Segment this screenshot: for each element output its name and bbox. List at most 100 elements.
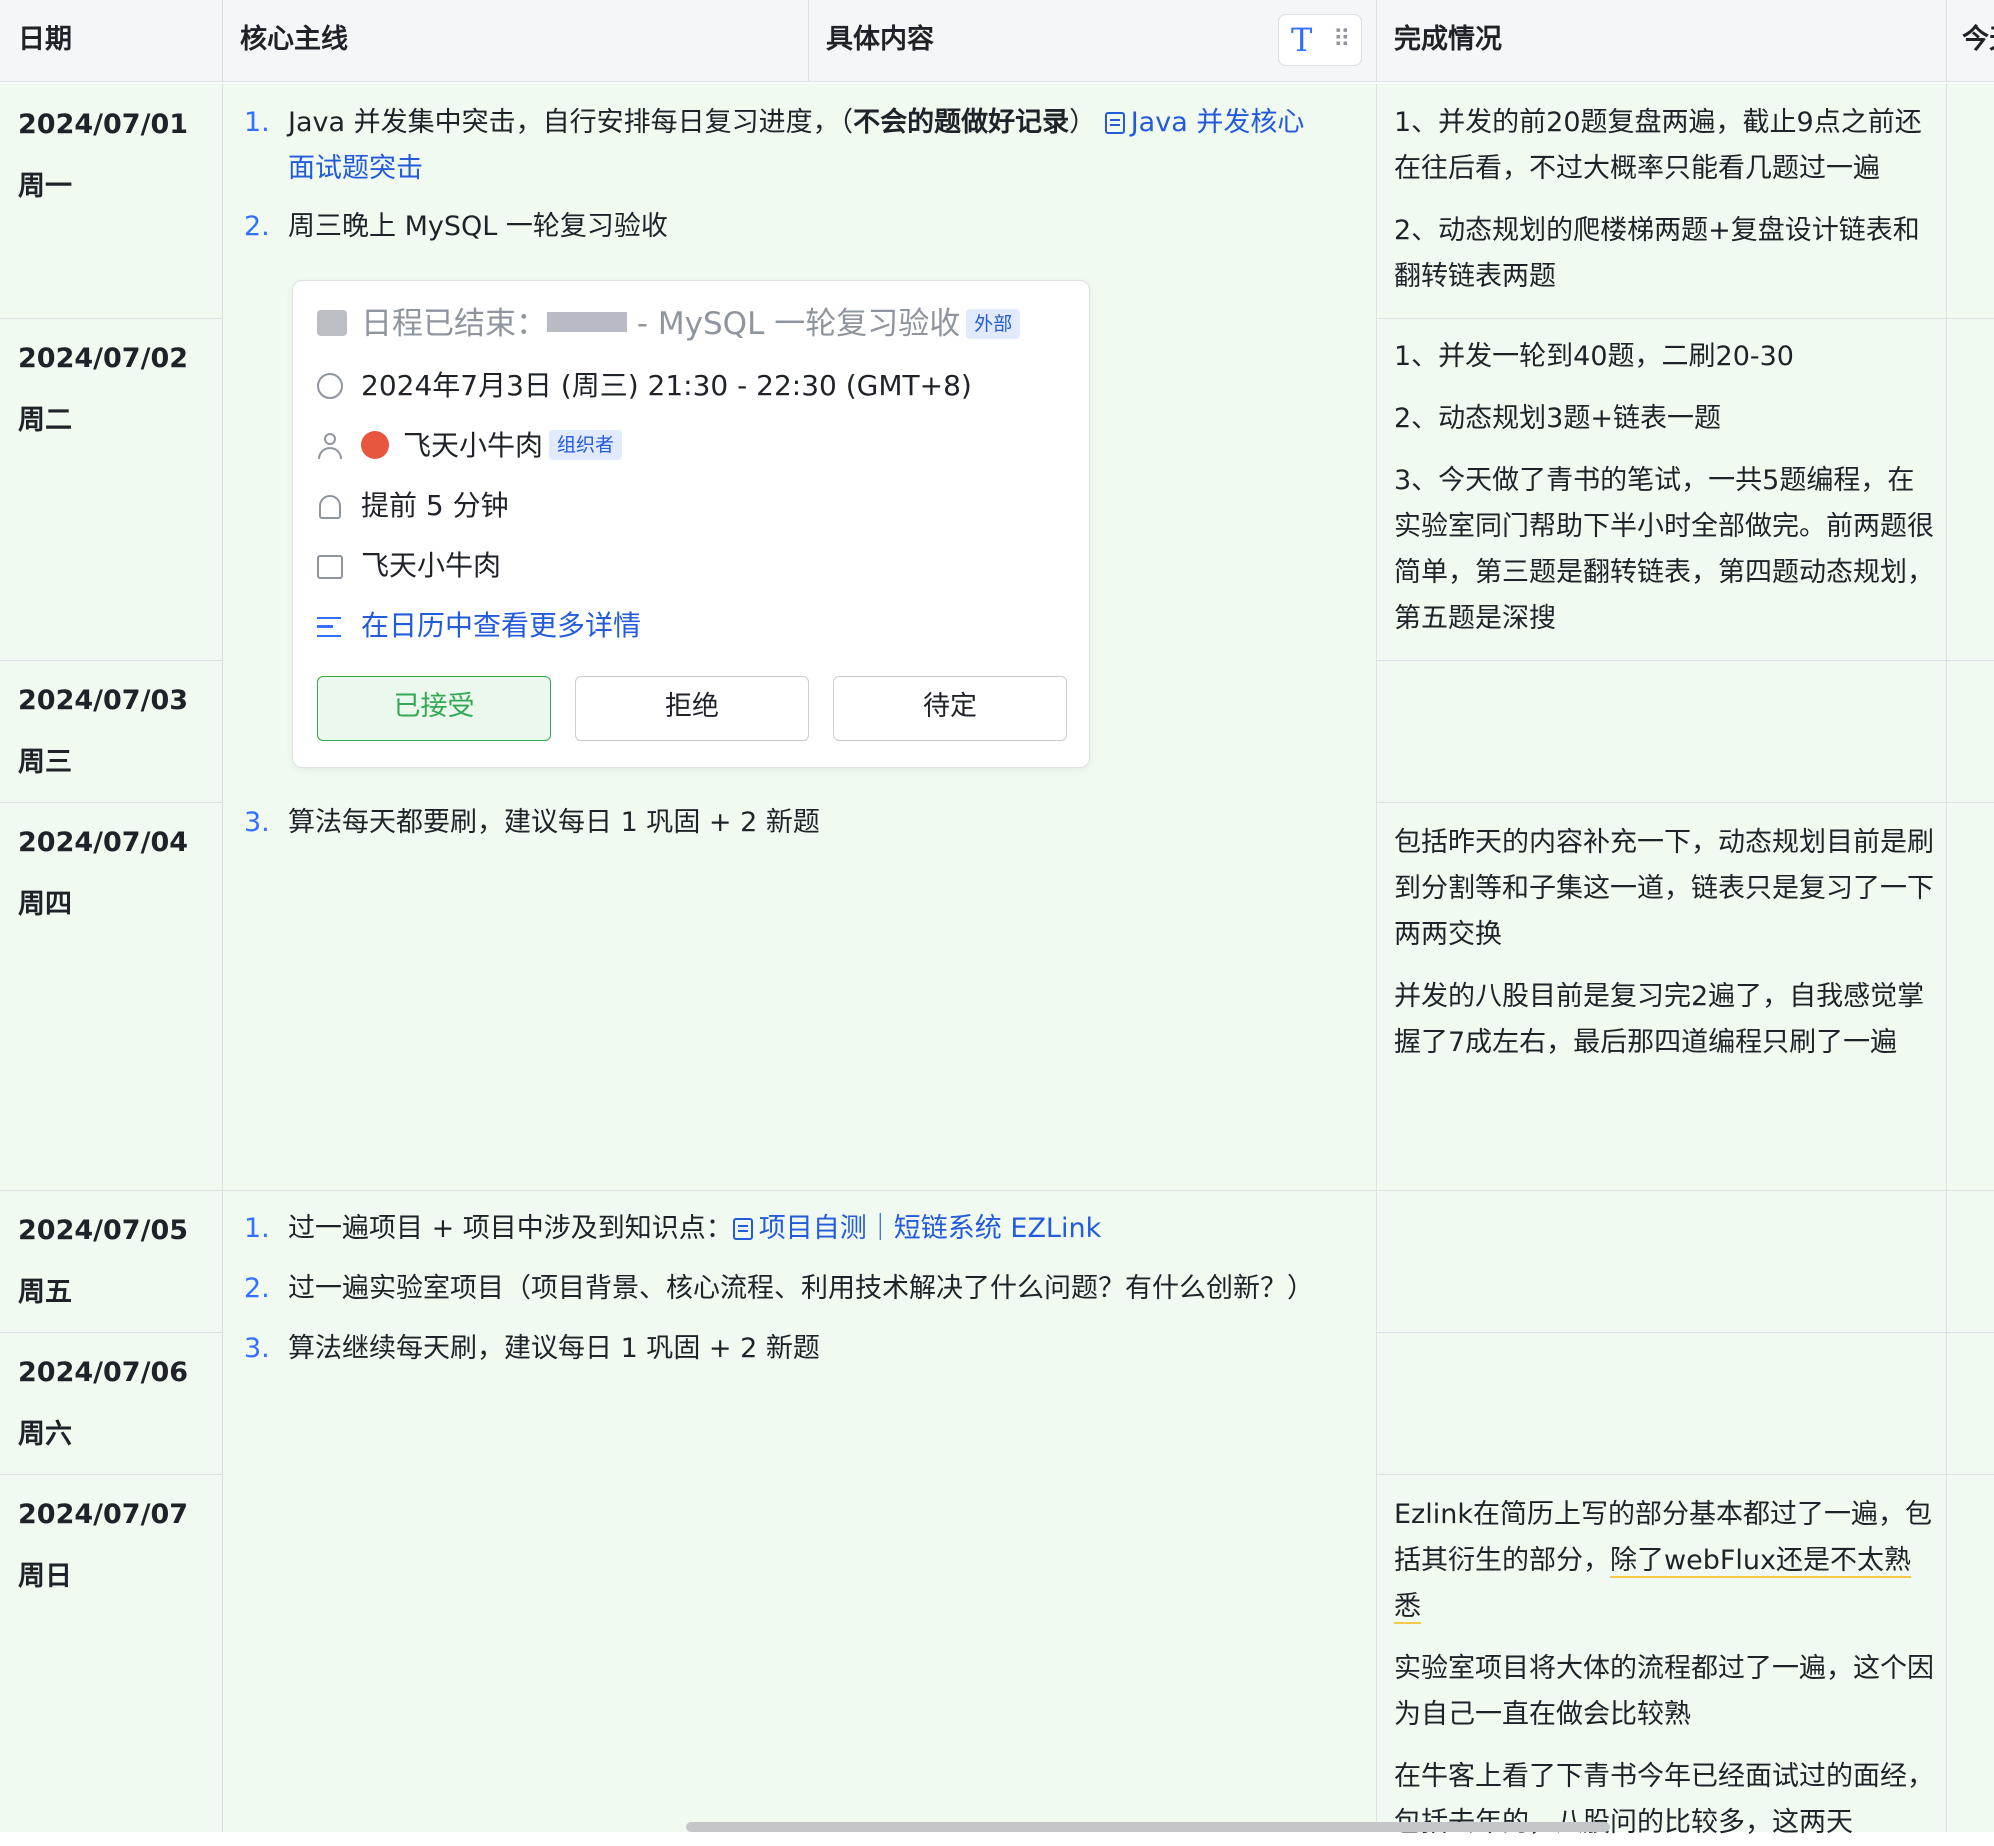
details-link-label: 在日历中查看更多详情 bbox=[361, 609, 642, 642]
done-paragraph: 包括昨天的内容补充一下，动态规划目前是刷到分割等和子集这一道，链表只是复习了一下… bbox=[1394, 827, 1934, 950]
date-text: 2024/07/04 bbox=[18, 827, 189, 858]
clock-icon bbox=[317, 373, 343, 399]
calendar-icon bbox=[317, 555, 343, 579]
done-cell[interactable]: 包括昨天的内容补充一下，动态规划目前是刷到分割等和子集这一道，链表只是复习了一下… bbox=[1394, 820, 1934, 1066]
bell-icon bbox=[319, 495, 341, 519]
done-cell[interactable]: Ezlink在简历上写的部分基本都过了一遍，包括其衍生的部分，除了webFlux… bbox=[1394, 1492, 1934, 1846]
list-item-text: 周三晚上 MySQL 一轮复习验收 bbox=[288, 211, 668, 242]
done-paragraph: 2、动态规划的爬楼梯两题+复盘设计链表和翻转链表两题 bbox=[1394, 215, 1920, 292]
done-paragraph: 1、并发一轮到40题，二刷20-30 bbox=[1394, 341, 1794, 372]
list-item-bold-text: 不会的题做好记录 bbox=[853, 107, 1070, 138]
calendar-event-card[interactable]: 日程已结束： - MySQL 一轮复习验收 外部 2024年7月3日 (周三) 2… bbox=[292, 280, 1090, 768]
weekday-text: 周二 bbox=[18, 405, 72, 436]
date-text: 2024/07/02 bbox=[18, 343, 189, 374]
text-type-icon: T bbox=[1291, 21, 1313, 59]
done-paragraph: 并发的八股目前是复习完2遍了，自我感觉掌握了7成左右，最后那四道编程只刷了一遍 bbox=[1394, 981, 1925, 1058]
list-item: 1. Java 并发集中突击，自行安排每日复习进度，（不会的题做好记录） Jav… bbox=[222, 100, 1362, 192]
done-cell[interactable]: 1、并发的前20题复盘两遍，截止9点之前还在往后看，不过大概率只能看几题过一遍 … bbox=[1394, 100, 1934, 300]
weekday-text: 周五 bbox=[18, 1277, 72, 1308]
weekday-text: 周四 bbox=[18, 889, 72, 920]
document-icon bbox=[732, 1218, 753, 1240]
done-cell[interactable]: 1、并发一轮到40题，二刷20-30 2、动态规划3题+链表一题 3、今天做了青… bbox=[1394, 334, 1934, 642]
column-header-detail[interactable]: 具体内容 bbox=[808, 0, 1278, 80]
event-title-text: - MySQL 一轮复习验收 bbox=[627, 306, 961, 342]
date-cell[interactable]: 2024/07/02 周二 bbox=[0, 328, 222, 452]
tentative-button[interactable]: 待定 bbox=[833, 676, 1067, 741]
date-cell[interactable]: 2024/07/06 周六 bbox=[0, 1342, 222, 1466]
column-header-date[interactable]: 日期 bbox=[0, 0, 222, 80]
event-reminder-row: 提前 5 分钟 bbox=[317, 483, 509, 529]
done-paragraph: 1、并发的前20题复盘两遍，截止9点之前还在往后看，不过大概率只能看几题过一遍 bbox=[1394, 107, 1922, 184]
done-paragraph: 实验室项目将大体的流程都过了一遍，这个因为自己一直在做会比较熟 bbox=[1394, 1653, 1934, 1730]
list-number: 1. bbox=[244, 1213, 270, 1244]
decline-button[interactable]: 拒绝 bbox=[575, 676, 809, 741]
event-title-prefix: 日程已结束： bbox=[361, 306, 547, 342]
doc-link-label: Java 并发核心 bbox=[1130, 107, 1305, 138]
column-header-today[interactable]: 今天 bbox=[1946, 0, 1994, 80]
date-cell[interactable]: 2024/07/03 周三 bbox=[0, 670, 222, 794]
doc-link-label: 项目自测｜短链系统 EZLink bbox=[758, 1213, 1102, 1244]
date-cell[interactable]: 2024/07/05 周五 bbox=[0, 1200, 222, 1324]
list-item: 2. 周三晚上 MySQL 一轮复习验收 bbox=[222, 204, 1362, 250]
list-item-text: 算法继续每天刷，建议每日 1 巩固 + 2 新题 bbox=[288, 1333, 820, 1364]
date-cell[interactable]: 2024/07/04 周四 bbox=[0, 812, 222, 936]
list-item: 1. 过一遍项目 + 项目中涉及到知识点： 项目自测｜短链系统 EZLink bbox=[222, 1206, 1362, 1252]
event-details-link[interactable]: 在日历中查看更多详情 bbox=[317, 603, 641, 649]
weekday-text: 周日 bbox=[18, 1561, 72, 1592]
date-text: 2024/07/07 bbox=[18, 1499, 189, 1530]
plan-cell-week1[interactable]: 1. Java 并发集中突击，自行安排每日复习进度，（不会的题做好记录） Jav… bbox=[222, 100, 1376, 1188]
date-text: 2024/07/01 bbox=[18, 109, 189, 140]
list-item-text: 算法每天都要刷，建议每日 1 巩固 + 2 新题 bbox=[288, 807, 820, 838]
weekday-text: 周三 bbox=[18, 747, 72, 778]
done-paragraph: 2、动态规划3题+链表一题 bbox=[1394, 403, 1721, 434]
event-time: 2024年7月3日 (周三) 21:30 - 22:30 (GMT+8) bbox=[361, 369, 972, 402]
list-number: 2. bbox=[244, 211, 270, 242]
redacted-name-block bbox=[547, 312, 627, 332]
doc-link-ezlink[interactable]: 项目自测｜短链系统 EZLink bbox=[732, 1213, 1102, 1244]
done-paragraph: 在牛客上看了下青书今年已经面试过的面经，包括去年的，八股问的比较多，这两天 bbox=[1394, 1761, 1934, 1838]
list-item: 3. 算法继续每天刷，建议每日 1 巩固 + 2 新题 bbox=[222, 1326, 1362, 1372]
list-number: 3. bbox=[244, 807, 270, 838]
accept-button[interactable]: 已接受 bbox=[317, 676, 551, 741]
date-cell[interactable]: 2024/07/01 周一 bbox=[0, 94, 222, 218]
horizontal-scrollbar[interactable] bbox=[686, 1822, 1610, 1832]
organizer-name: 飞天小牛肉 bbox=[403, 429, 544, 462]
avatar[interactable] bbox=[361, 431, 389, 459]
done-paragraph: Ezlink在简历上写的部分基本都过了一遍，包括其衍生的部分，除了webFlux… bbox=[1394, 1492, 1934, 1630]
external-tag: 外部 bbox=[966, 309, 1021, 339]
list-item-text: 过一遍实验室项目（项目背景、核心流程、利用技术解决了什么问题？有什么创新？） bbox=[288, 1273, 1314, 1304]
event-organizer-row: 飞天小牛肉 组织者 bbox=[317, 423, 623, 469]
table-header: 日期 核心主线 具体内容 T ⠿ 完成情况 今天 bbox=[0, 0, 1994, 82]
drag-handle-icon[interactable]: ⠿ bbox=[1333, 24, 1351, 54]
date-text: 2024/07/05 bbox=[18, 1215, 189, 1246]
weekday-text: 周一 bbox=[18, 171, 72, 202]
document-icon bbox=[1104, 112, 1125, 134]
doc-link-label-cont: 面试题突击 bbox=[288, 153, 423, 184]
list-item-text: 过一遍项目 + 项目中涉及到知识点： bbox=[288, 1213, 733, 1244]
list-number: 1. bbox=[244, 107, 270, 138]
weekday-text: 周六 bbox=[18, 1419, 72, 1450]
person-icon bbox=[317, 433, 343, 459]
event-title: 日程已结束： - MySQL 一轮复习验收 外部 bbox=[317, 301, 1021, 347]
list-detail-icon bbox=[317, 617, 341, 637]
date-text: 2024/07/06 bbox=[18, 1357, 189, 1388]
list-item: 3. 算法每天都要刷，建议每日 1 巩固 + 2 新题 bbox=[222, 800, 1362, 846]
list-number: 3. bbox=[244, 1333, 270, 1364]
organizer-tag: 组织者 bbox=[549, 430, 623, 460]
list-item-text-tail: ） bbox=[1069, 107, 1097, 138]
event-time-row: 2024年7月3日 (周三) 21:30 - 22:30 (GMT+8) bbox=[317, 363, 972, 409]
event-calendar-name: 飞天小牛肉 bbox=[361, 549, 502, 582]
column-text-type-button[interactable]: T ⠿ bbox=[1278, 14, 1362, 66]
event-reminder: 提前 5 分钟 bbox=[361, 489, 509, 522]
list-item-text: Java 并发集中突击，自行安排每日复习进度，（ bbox=[288, 107, 854, 138]
event-calendar-row: 飞天小牛肉 bbox=[317, 543, 501, 589]
done-paragraph: 3、今天做了青书的笔试，一共5题编程，在实验室同门帮助下半小时全部做完。前两题很… bbox=[1394, 465, 1934, 634]
list-number: 2. bbox=[244, 1273, 270, 1304]
column-header-core[interactable]: 核心主线 bbox=[222, 0, 808, 80]
date-text: 2024/07/03 bbox=[18, 685, 189, 716]
calendar-grid-icon bbox=[317, 310, 347, 336]
column-header-done[interactable]: 完成情况 bbox=[1376, 0, 1946, 80]
date-cell[interactable]: 2024/07/07 周日 bbox=[0, 1484, 222, 1608]
plan-cell-week2[interactable]: 1. 过一遍项目 + 项目中涉及到知识点： 项目自测｜短链系统 EZLink 2.… bbox=[222, 1206, 1376, 1832]
list-item: 2. 过一遍实验室项目（项目背景、核心流程、利用技术解决了什么问题？有什么创新？… bbox=[222, 1266, 1372, 1312]
